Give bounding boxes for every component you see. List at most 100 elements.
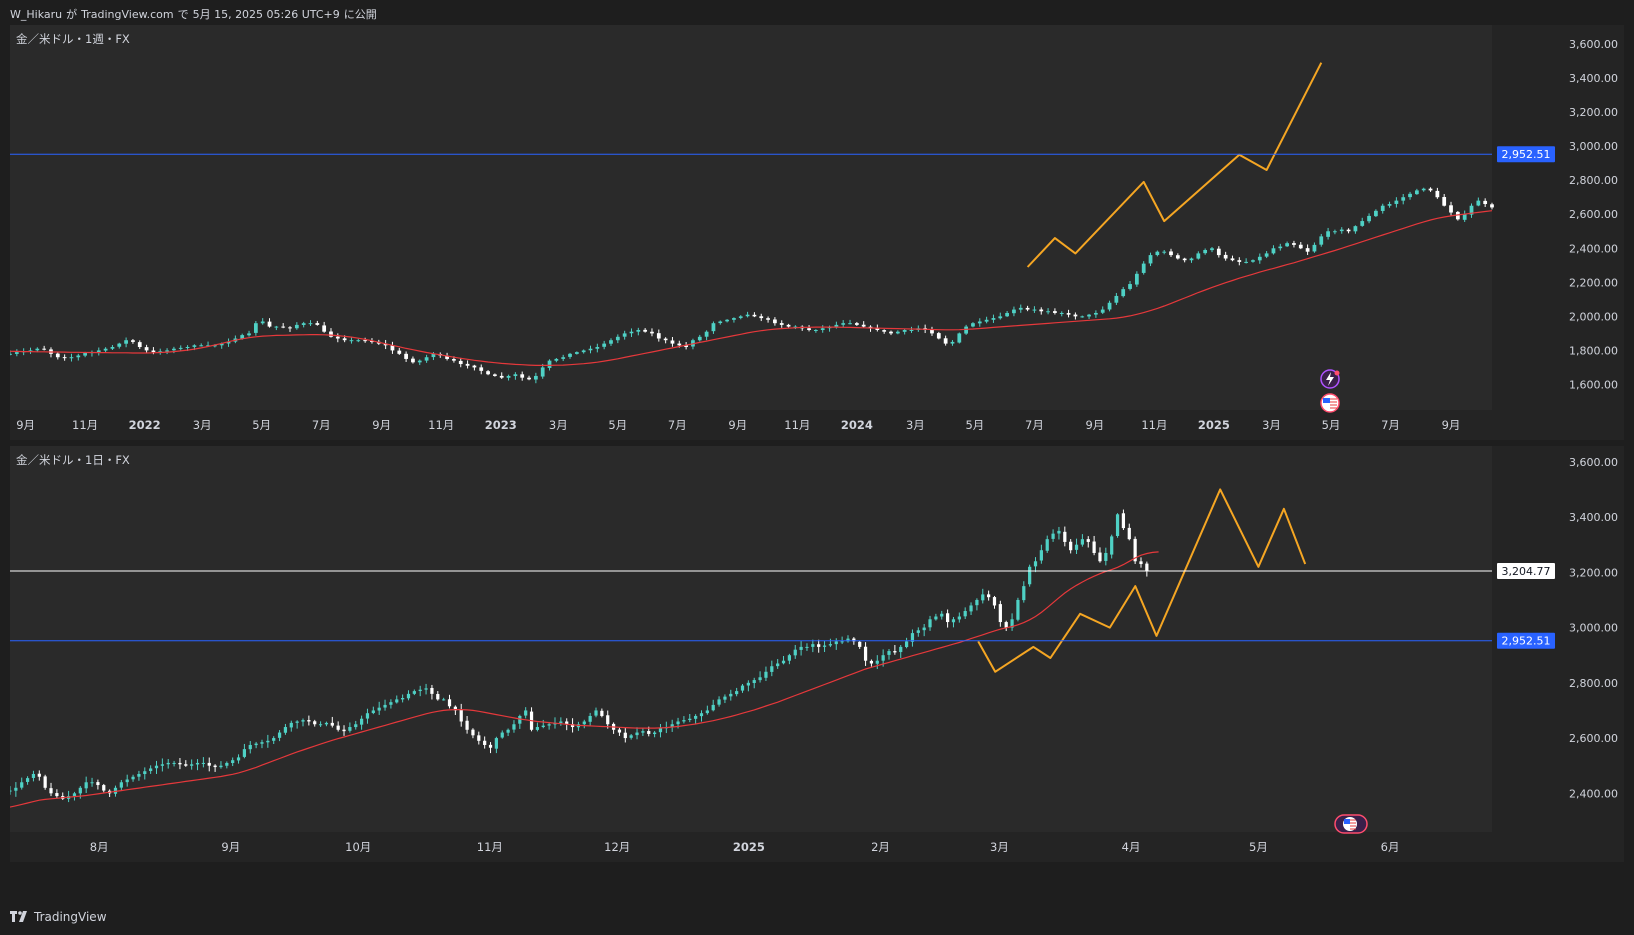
candle-body xyxy=(342,338,347,341)
event-lightning-icon[interactable] xyxy=(1320,369,1340,389)
candle-body xyxy=(1305,248,1310,252)
x-tick-label: 11月 xyxy=(784,418,810,432)
candle-body xyxy=(452,359,456,361)
candle-body xyxy=(740,685,745,691)
candle-body xyxy=(459,709,463,722)
y-tick-label: 1,600.00 xyxy=(1569,378,1618,391)
candle-body xyxy=(943,338,948,344)
candle-body xyxy=(272,738,276,741)
candle-body xyxy=(723,696,727,700)
x-tick-label: 5月 xyxy=(608,418,627,432)
plot-background-p1 xyxy=(10,25,1624,440)
candle-body xyxy=(848,323,852,325)
candle-body xyxy=(998,604,1002,623)
candle-body xyxy=(513,374,518,377)
candle-body xyxy=(442,699,446,701)
candle-body xyxy=(465,363,470,366)
candle-body xyxy=(377,707,381,711)
tradingview-logo-icon[interactable] xyxy=(10,911,30,923)
candle-body xyxy=(236,757,241,761)
candle-body xyxy=(335,336,340,339)
candle-body xyxy=(1387,204,1392,206)
candle-body xyxy=(479,367,484,371)
candle-body xyxy=(315,323,320,325)
candle-body xyxy=(447,699,452,707)
candle-body xyxy=(383,704,387,708)
candle-body xyxy=(76,355,81,358)
candle-body xyxy=(541,725,545,728)
candle-body xyxy=(863,646,868,661)
candle-body xyxy=(902,329,907,332)
candle-body xyxy=(650,331,654,334)
candle-body xyxy=(820,328,825,331)
candle-body xyxy=(493,374,497,376)
candle-body xyxy=(854,323,859,325)
y-tick-label: 3,200.00 xyxy=(1569,566,1618,579)
candle-body xyxy=(313,721,317,725)
candle-body xyxy=(1162,251,1167,253)
candle-body xyxy=(247,333,251,336)
candle-body xyxy=(1333,231,1337,233)
author-name[interactable]: W_Hikaru xyxy=(10,8,62,21)
candle-body xyxy=(786,324,791,327)
candle-body xyxy=(840,641,844,643)
candle-body xyxy=(561,357,566,359)
candle-body xyxy=(547,724,551,726)
candle-body xyxy=(363,340,368,342)
candle-body xyxy=(1033,561,1038,567)
candle-body xyxy=(602,343,607,347)
candle-body xyxy=(436,694,440,700)
site-name[interactable]: TradingView.com xyxy=(81,8,173,21)
candle-body xyxy=(1175,255,1180,259)
candle-body xyxy=(1039,550,1043,561)
candle-body xyxy=(149,768,153,772)
x-tick-label: 9月 xyxy=(1085,418,1104,432)
candle-body xyxy=(184,764,188,766)
candle-body xyxy=(1073,314,1078,317)
candle-body xyxy=(1476,200,1481,206)
x-tick-label: 11月 xyxy=(428,418,454,432)
candle-body xyxy=(963,610,967,617)
candle-body xyxy=(711,704,715,711)
candle-body xyxy=(992,597,997,606)
candle-body xyxy=(527,377,531,380)
candle-body xyxy=(717,699,721,705)
candle-body xyxy=(811,644,815,647)
candle-body xyxy=(43,776,47,788)
candle-body xyxy=(1442,197,1447,206)
us-flag-event-icon[interactable] xyxy=(1320,393,1340,413)
candle-body xyxy=(406,693,411,699)
candle-body xyxy=(35,348,40,351)
daily-chart-panel[interactable]: 金／米ドル・1日・FX 2,400.00 2,600.00 2,800.00 3,000… xyxy=(10,446,1624,862)
candle-body xyxy=(1141,263,1146,273)
header-de: で xyxy=(177,8,189,21)
candle-body xyxy=(49,788,53,794)
y-tick-label: 3,600.00 xyxy=(1569,38,1618,51)
candle-body xyxy=(199,345,204,347)
x-tick-label: 2月 xyxy=(871,840,890,854)
candle-body xyxy=(617,729,622,733)
candle-body xyxy=(705,710,709,714)
y-tick-label: 1,800.00 xyxy=(1569,344,1618,357)
candle-body xyxy=(588,715,592,722)
weekly-chart-panel[interactable]: 金／米ドル・1週・FX 1,600.00 1,800.00 2,000.00 2,200… xyxy=(10,25,1624,440)
footer-brand[interactable]: TradingView xyxy=(34,910,107,924)
candle-body xyxy=(1063,531,1067,542)
candle-body xyxy=(318,724,323,726)
candle-body xyxy=(37,773,41,777)
candle-body xyxy=(822,645,827,647)
candle-body xyxy=(1374,210,1378,217)
candle-body xyxy=(260,742,264,744)
candle-body xyxy=(348,727,352,731)
candle-body xyxy=(540,367,545,377)
header-ga: が xyxy=(66,8,78,21)
candle-body xyxy=(805,646,809,648)
candle-body xyxy=(998,316,1003,319)
y-tick-label: 3,000.00 xyxy=(1569,622,1618,635)
x-tick-label: 7月 xyxy=(1381,418,1400,432)
candle-body xyxy=(1421,188,1426,191)
candle-body xyxy=(283,727,288,733)
us-flag-event-icon[interactable] xyxy=(1334,814,1368,834)
candle-body xyxy=(488,744,493,748)
candle-body xyxy=(190,764,194,766)
